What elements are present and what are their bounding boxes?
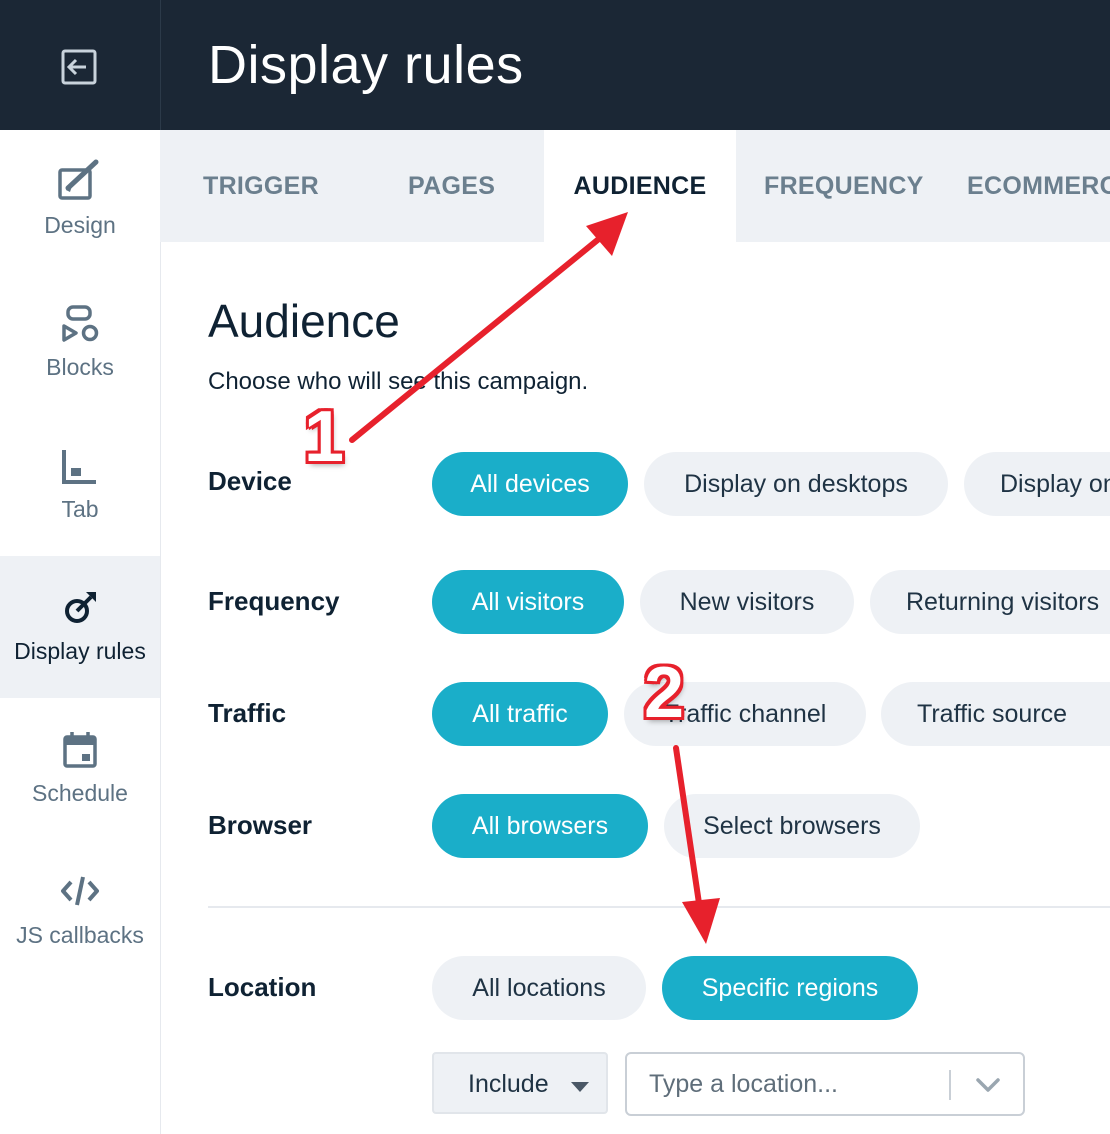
step-1-badge: 1	[304, 397, 345, 477]
arrow-2-head	[682, 898, 720, 944]
arrow-2	[673, 745, 703, 913]
annotation-arrows	[349, 212, 720, 944]
step-2-badge: 2	[644, 653, 685, 733]
arrow-1	[349, 235, 603, 443]
arrow-1-head	[586, 212, 628, 256]
